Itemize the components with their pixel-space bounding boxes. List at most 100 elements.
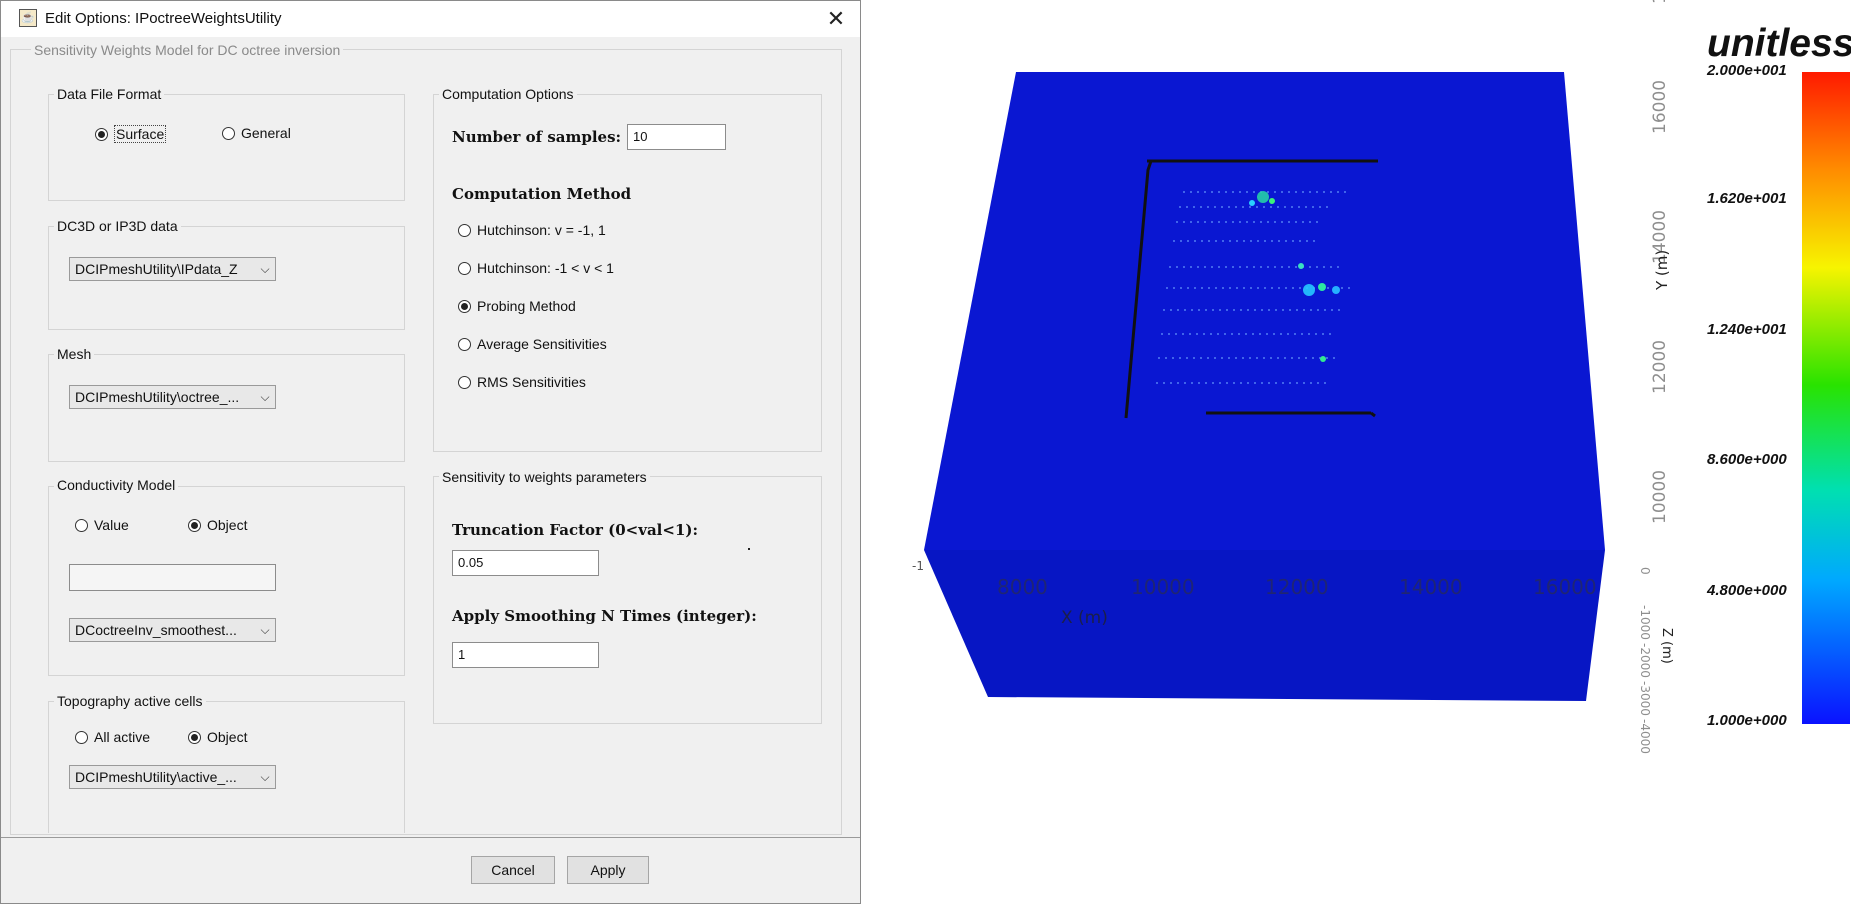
radio-label: Probing Method [477, 298, 576, 314]
axis-tick-label: 12000 [1265, 575, 1329, 599]
data-select-title: DC3D or IP3D data [54, 218, 181, 234]
radio-label: Object [207, 517, 248, 533]
axis-tick-label: -1000 [1638, 605, 1652, 640]
z-axis-ticks: 0 -1000 -2000 -3000 -4000 [1638, 567, 1652, 754]
colorbar-tick-label: 8.600e+000 [1707, 451, 1787, 469]
colorbar-tick-label: 1.000e+000 [1707, 712, 1787, 729]
radio-general[interactable]: General [222, 125, 291, 141]
smoothing-input[interactable]: 1 [452, 642, 599, 668]
block-front-face [924, 550, 1605, 701]
axis-tick-label: 12000 [1650, 340, 1670, 394]
radio-circle [458, 375, 471, 389]
radio-circle [222, 126, 235, 140]
radio-label: General [241, 125, 291, 141]
button-bar-separator [1, 837, 860, 838]
topography-dropdown[interactable]: DCIPmeshUtility\active_... ⌵ [69, 765, 276, 789]
data-dropdown[interactable]: DCIPmeshUtility\IPdata_Z ⌵ [69, 257, 276, 281]
radio-label: Hutchinson: -1 < v < 1 [477, 260, 614, 276]
stray-tick: -1 [912, 559, 924, 573]
y-axis-label: Y (m) [1653, 250, 1671, 291]
radio-circle [75, 518, 88, 532]
mesh-dropdown[interactable]: DCIPmeshUtility\octree_... ⌵ [69, 385, 276, 409]
weights-title: Sensitivity to weights parameters [439, 469, 650, 485]
radio-circle [458, 299, 471, 313]
colorbar-tick-label: 1.620e+001 [1707, 190, 1787, 208]
truncation-label: Truncation Factor (0<val<1): [452, 521, 699, 539]
radio-circle [75, 730, 88, 744]
title-bar: ☕ Edit Options: IPoctreeWeightsUtility ✕ [1, 1, 860, 37]
axis-tick-label: 10000 [1650, 470, 1670, 524]
viewer-canvas: 8000 10000 12000 14000 16000 X (m) 10000 1200… [912, 0, 1850, 754]
method-option[interactable]: RMS Sensitivities [458, 374, 586, 390]
axis-tick-label: -4000 [1638, 719, 1652, 754]
close-icon[interactable]: ✕ [821, 5, 851, 33]
model-3d-viewer[interactable]: 8000 10000 12000 14000 16000 X (m) 10000 1200… [861, 0, 1851, 904]
colorbar-ramp [1802, 72, 1850, 724]
chevron-down-icon: ⌵ [260, 261, 270, 276]
colorbar-tick-label: 4.800e+000 [1707, 581, 1787, 599]
samples-label: Number of samples: [452, 128, 622, 146]
colorbar-tick-label: 2.000e+001 [1707, 62, 1787, 79]
axis-tick-label: 0 [1638, 567, 1652, 575]
conductivity-object-dropdown[interactable]: DCoctreeInv_smoothest... ⌵ [69, 618, 276, 642]
radio-circle [188, 518, 201, 532]
chevron-down-icon: ⌵ [260, 769, 270, 784]
axis-tick-label: 18000 [1650, 0, 1670, 4]
data-file-format-title: Data File Format [54, 86, 165, 102]
radio-label: RMS Sensitivities [477, 374, 586, 390]
axis-tick-label: -2000 [1638, 643, 1652, 678]
radio-object[interactable]: Object [188, 517, 247, 533]
method-title: Computation Method [452, 185, 632, 203]
radio-label: Surface [114, 125, 167, 143]
data-dropdown-value: DCIPmeshUtility\IPdata_Z [75, 261, 238, 277]
stray-dot [748, 548, 750, 550]
x-axis-label: X (m) [1061, 608, 1108, 628]
radio-label: Object [207, 729, 248, 745]
radio-all-active[interactable]: All active [75, 729, 150, 745]
axis-tick-label: 8000 [997, 575, 1048, 599]
axis-tick-label: 10000 [1131, 575, 1195, 599]
radio-label: Value [94, 517, 129, 533]
main-group-title: Sensitivity Weights Model for DC octree … [31, 42, 344, 58]
mesh-dropdown-value: DCIPmeshUtility\octree_... [75, 389, 240, 405]
computation-title: Computation Options [439, 86, 577, 102]
data-file-format-group [48, 94, 405, 201]
cancel-button[interactable]: Cancel [471, 856, 555, 884]
z-axis-label: Z (m) [1659, 628, 1674, 664]
radio-label: Average Sensitivities [477, 336, 607, 352]
method-option[interactable]: Average Sensitivities [458, 336, 607, 352]
method-option[interactable]: Probing Method [458, 298, 576, 314]
chevron-down-icon: ⌵ [260, 622, 270, 637]
radio-topo-object[interactable]: Object [188, 729, 247, 745]
radio-circle [458, 337, 471, 351]
topography-title: Topography active cells [54, 693, 206, 709]
method-option[interactable]: Hutchinson: -1 < v < 1 [458, 260, 614, 276]
radio-label: All active [94, 729, 151, 745]
conductivity-object-value: DCoctreeInv_smoothest... [75, 622, 237, 638]
radio-value[interactable]: Value [75, 517, 129, 533]
truncation-input[interactable]: 0.05 [452, 550, 599, 576]
mesh-title: Mesh [54, 346, 95, 362]
axis-tick-label: 14000 [1399, 575, 1463, 599]
samples-input[interactable]: 10 [627, 124, 726, 150]
conductivity-value-field[interactable] [69, 564, 276, 591]
radio-surface[interactable]: Surface [95, 125, 167, 143]
apply-button[interactable]: Apply [567, 856, 649, 884]
java-app-icon: ☕ [19, 9, 37, 27]
radio-label: Hutchinson: v = -1, 1 [477, 222, 606, 238]
method-option[interactable]: Hutchinson: v = -1, 1 [458, 222, 606, 238]
chevron-down-icon: ⌵ [260, 389, 270, 404]
colorbar-tick-label: 1.240e+001 [1707, 320, 1787, 338]
smoothing-label: Apply Smoothing N Times (integer): [452, 607, 757, 625]
radio-circle [95, 127, 108, 141]
radio-circle [458, 223, 471, 237]
axis-tick-label: -3000 [1638, 681, 1652, 716]
axis-tick-label: 16000 [1650, 80, 1670, 134]
colorbar-unit: unitless [1707, 22, 1851, 65]
axis-tick-label: 16000 [1533, 575, 1597, 599]
edit-options-dialog: ☕ Edit Options: IPoctreeWeightsUtility ✕… [0, 0, 861, 904]
conductivity-title: Conductivity Model [54, 477, 179, 493]
topography-dropdown-value: DCIPmeshUtility\active_... [75, 769, 237, 785]
weights-group [433, 476, 822, 724]
window-title: Edit Options: IPoctreeWeightsUtility [45, 10, 282, 27]
